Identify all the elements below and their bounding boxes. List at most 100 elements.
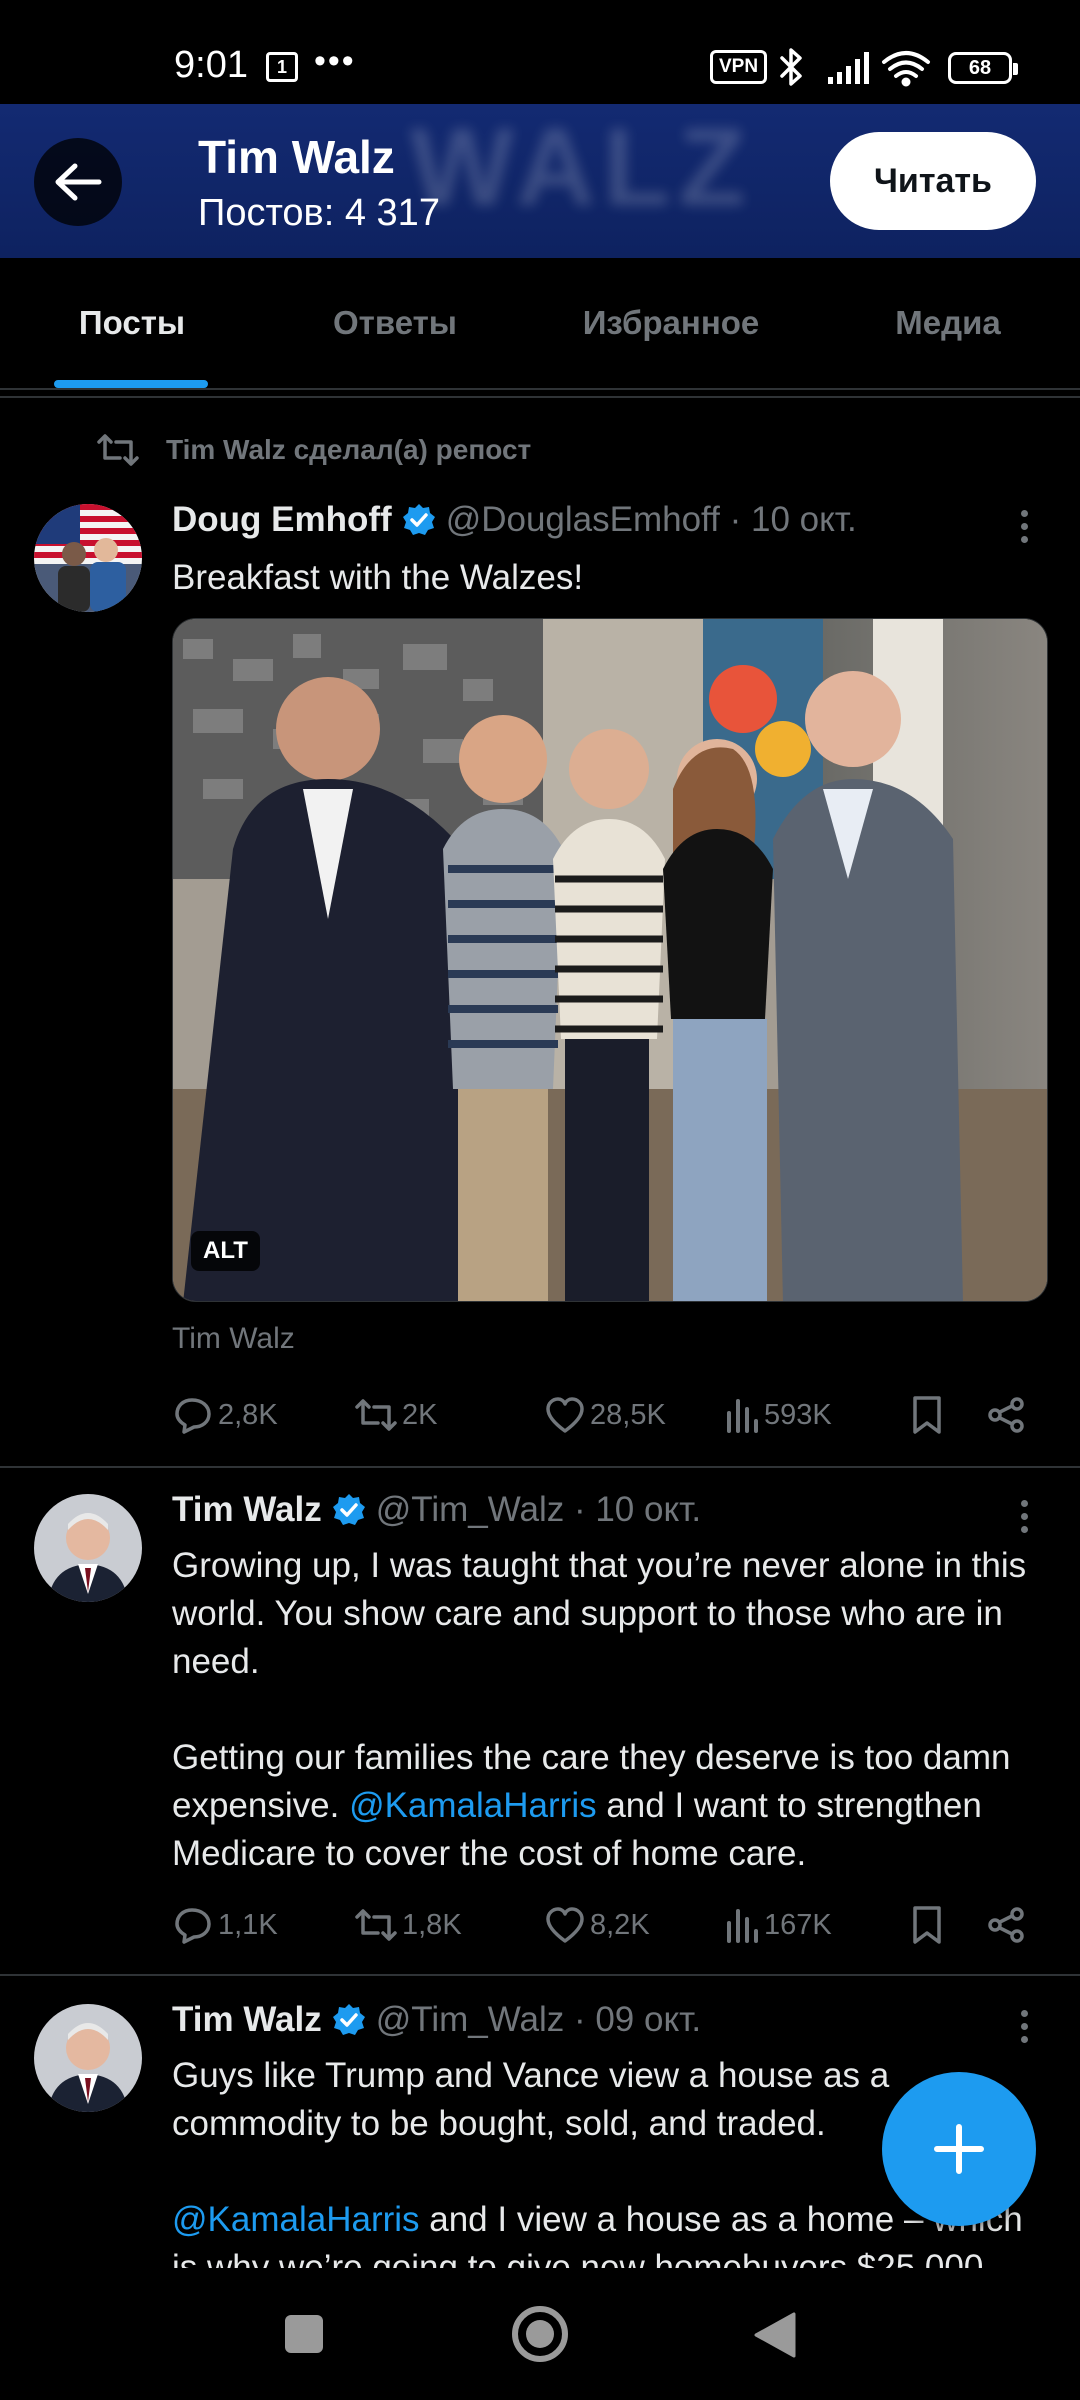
post-text-para1: Guys like Trump and Vance view a house a… [172,2056,899,2143]
repost-button[interactable]: 1,8K [354,1900,462,1950]
tab-replies[interactable]: Ответы [264,258,526,388]
back-button[interactable] [34,138,122,226]
tab-posts[interactable]: Посты [0,258,264,388]
like-button[interactable]: 8,2K [544,1900,650,1950]
repost-button[interactable]: 2K [354,1390,437,1440]
share-icon [988,1907,1024,1943]
reply-icon [175,1908,211,1944]
compose-post-button[interactable] [882,2072,1036,2226]
tab-label: Избранное [582,304,760,341]
mention-link[interactable]: @KamalaHarris [172,2200,420,2239]
header-banner: WALZ [410,106,754,229]
post-menu-button[interactable] [1012,1500,1036,1539]
more-notifications-icon: ••• [314,42,356,80]
author-name[interactable]: Tim Walz [172,2000,322,2040]
post-header: Tim Walz @Tim_Walz · 09 окт. [172,2000,701,2040]
divider [0,1466,1080,1468]
reply-count: 1,1K [218,1908,278,1941]
bookmark-button[interactable] [910,1390,948,1440]
battery-icon: 68 [948,52,1018,84]
views-button[interactable]: 167K [724,1900,832,1950]
home-icon[interactable] [510,2304,570,2364]
views-button[interactable]: 593K [724,1390,832,1440]
repost-indicator[interactable]: Tim Walz сделал(а) репост [96,432,531,468]
tab-label: Посты [78,304,186,341]
verified-badge-icon [332,1494,365,1525]
avatar-image [34,2004,142,2112]
repost-icon [355,1909,397,1941]
tab-likes[interactable]: Избранное [526,258,816,388]
post-actions: 1,1K 1,8K 8,2K 167K [172,1900,1032,1950]
alt-text-badge[interactable]: ALT [191,1231,260,1271]
views-count: 167K [764,1908,832,1941]
mention-link[interactable]: @KamalaHarris [349,1786,597,1825]
avatar-image [34,1494,142,1602]
repost-icon [97,434,139,466]
reply-button[interactable]: 2,8K [172,1390,278,1440]
reply-count: 2,8K [218,1398,278,1431]
repost-count: 1,8K [402,1908,462,1941]
divider [0,396,1080,398]
like-count: 8,2K [590,1908,650,1941]
author-handle[interactable]: @DouglasEmhoff · 10 окт. [446,500,857,540]
vpn-icon: VPN [710,50,768,84]
follow-button[interactable]: Читать [830,132,1036,230]
author-handle[interactable]: @Tim_Walz · 09 окт. [376,2000,701,2040]
share-icon [988,1397,1024,1433]
like-button[interactable]: 28,5K [544,1390,666,1440]
post-header: Doug Emhoff @DouglasEmhoff · 10 окт. [172,500,857,540]
author-handle[interactable]: @Tim_Walz · 10 окт. [376,1490,701,1530]
tagged-user[interactable]: Tim Walz [172,1322,295,1356]
status-icons [780,48,930,87]
post-menu-button[interactable] [1012,2010,1036,2049]
tab-label: Медиа [895,304,1001,341]
views-count: 593K [764,1398,832,1431]
repost-icon [355,1399,397,1431]
avatar-image [34,504,142,612]
share-button[interactable] [986,1900,1030,1950]
reply-button[interactable]: 1,1K [172,1900,278,1950]
back-nav-icon[interactable] [752,2310,798,2360]
verified-badge-icon [332,2004,365,2035]
post-text: Breakfast with the Walzes! [172,558,584,597]
repost-count: 2K [402,1398,438,1431]
share-button[interactable] [986,1390,1030,1440]
verified-badge-icon [402,504,435,535]
post-text: Growing up, I was taught that you’re nev… [172,1542,1052,1878]
author-name[interactable]: Tim Walz [172,1490,322,1530]
avatar[interactable] [34,1494,142,1602]
repost-label: Tim Walz сделал(а) репост [166,434,532,465]
post-count: Постов: 4 317 [198,192,440,234]
like-count: 28,5K [590,1398,666,1431]
reply-icon [175,1398,211,1434]
tab-indicator [54,380,208,388]
wifi-icon [882,51,930,87]
photo-people-group [173,619,1047,1301]
post-menu-button[interactable] [1012,510,1036,549]
author-name[interactable]: Doug Emhoff [172,500,392,540]
post-actions: 2,8K 2K 28,5K 593K [172,1390,1032,1440]
arrow-left-icon [55,163,102,201]
plus-icon [934,2124,984,2174]
recents-icon[interactable] [282,2312,326,2356]
tab-media[interactable]: Медиа [816,258,1080,388]
divider [0,1974,1080,1976]
post-image[interactable]: ALT [172,618,1048,1302]
tab-label: Ответы [333,304,457,341]
profile-tabs: Посты Ответы Избранное Медиа [0,258,1080,390]
bar-chart-icon [727,1909,758,1943]
signal-icon [828,52,869,84]
post-text-para1: Growing up, I was taught that you’re nev… [172,1546,1036,1681]
system-nav-bar [0,2268,1080,2400]
avatar[interactable] [34,2004,142,2112]
bookmark-button[interactable] [910,1900,948,1950]
bar-chart-icon [727,1399,758,1433]
profile-header: WALZ Tim Walz Постов: 4 317 Читать [0,104,1080,258]
post-header: Tim Walz @Tim_Walz · 10 окт. [172,1490,701,1530]
bookmark-icon [913,1906,941,1944]
avatar[interactable] [34,504,142,612]
heart-icon [546,1397,584,1433]
bookmark-icon [913,1396,941,1434]
heart-icon [546,1907,584,1943]
bluetooth-icon [780,48,802,86]
